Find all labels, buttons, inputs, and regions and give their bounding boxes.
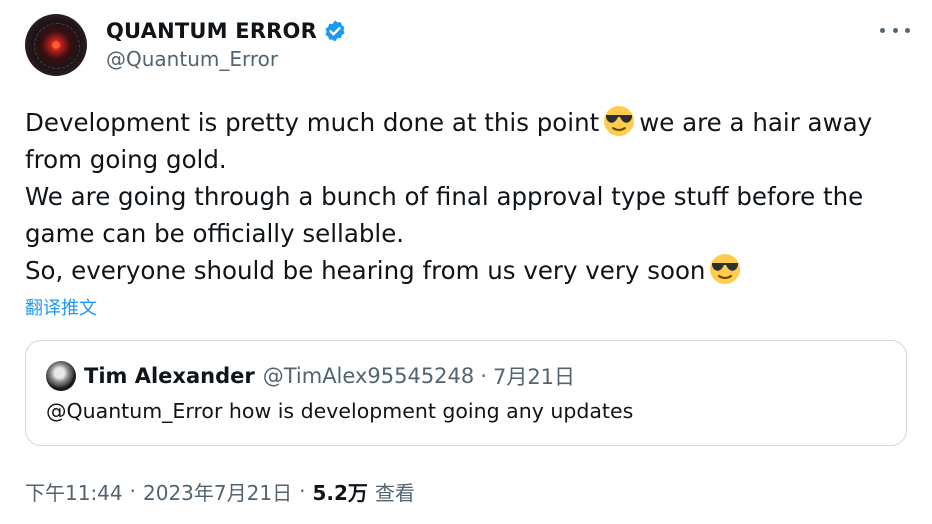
meta-separator: ·	[299, 479, 306, 503]
sunglasses-emoji-icon	[604, 106, 635, 136]
tweet-line-3: We are going through a bunch of final ap…	[25, 182, 864, 211]
author-name-row: QUANTUM ERROR	[106, 16, 347, 46]
tweet-text-segment: So, everyone should be hearing from us v…	[25, 256, 706, 285]
translate-tweet-link[interactable]: 翻译推文	[25, 294, 97, 320]
tweet-line-2: from going gold.	[25, 145, 227, 174]
quoted-date: 7月21日	[492, 365, 576, 389]
tweet-text-segment: Development is pretty much done at this …	[25, 108, 600, 137]
tweet-time[interactable]: 下午11:44	[25, 477, 123, 506]
quoted-tweet-text: @Quantum_Error how is development going …	[46, 399, 634, 423]
author-avatar[interactable]	[25, 14, 87, 76]
avatar-ring-decoration	[34, 23, 80, 69]
quoted-author-handle: @TimAlex95545248	[262, 364, 475, 388]
quoted-author-name: Tim Alexander	[84, 364, 255, 388]
quoted-author-avatar	[46, 361, 76, 391]
author-handle[interactable]: @Quantum_Error	[106, 47, 278, 71]
verified-badge-icon	[325, 20, 345, 42]
tweet-date[interactable]: 2023年7月21日	[143, 477, 292, 506]
tweet-line-1: Development is pretty much done at this …	[25, 104, 905, 141]
tweet-line-5: So, everyone should be hearing from us v…	[25, 252, 905, 289]
tweet-metadata: 下午11:44 · 2023年7月21日 · 5.2万 查看	[25, 477, 415, 505]
views-count: 5.2万	[312, 480, 368, 505]
quoted-tweet-card[interactable]: Tim Alexander @TimAlex95545248 · 7月21日 @…	[25, 340, 907, 446]
more-horizontal-icon-dot	[892, 27, 898, 33]
tweet-text: Development is pretty much done at this …	[25, 104, 905, 289]
meta-separator: ·	[129, 479, 136, 503]
tweet-line-4: game can be officially sellable.	[25, 219, 405, 248]
quoted-separator: ·	[480, 364, 487, 388]
more-options-button[interactable]	[880, 20, 910, 40]
views-label: 查看	[374, 480, 415, 505]
quoted-tweet-header: Tim Alexander @TimAlex95545248 · 7月21日	[84, 361, 575, 391]
more-horizontal-icon-dot	[880, 27, 885, 33]
sunglasses-emoji-icon	[710, 254, 741, 284]
tweet-text-segment: we are a hair away	[639, 108, 873, 137]
author-display-name[interactable]: QUANTUM ERROR	[106, 19, 317, 43]
more-horizontal-icon-dot	[905, 27, 910, 33]
